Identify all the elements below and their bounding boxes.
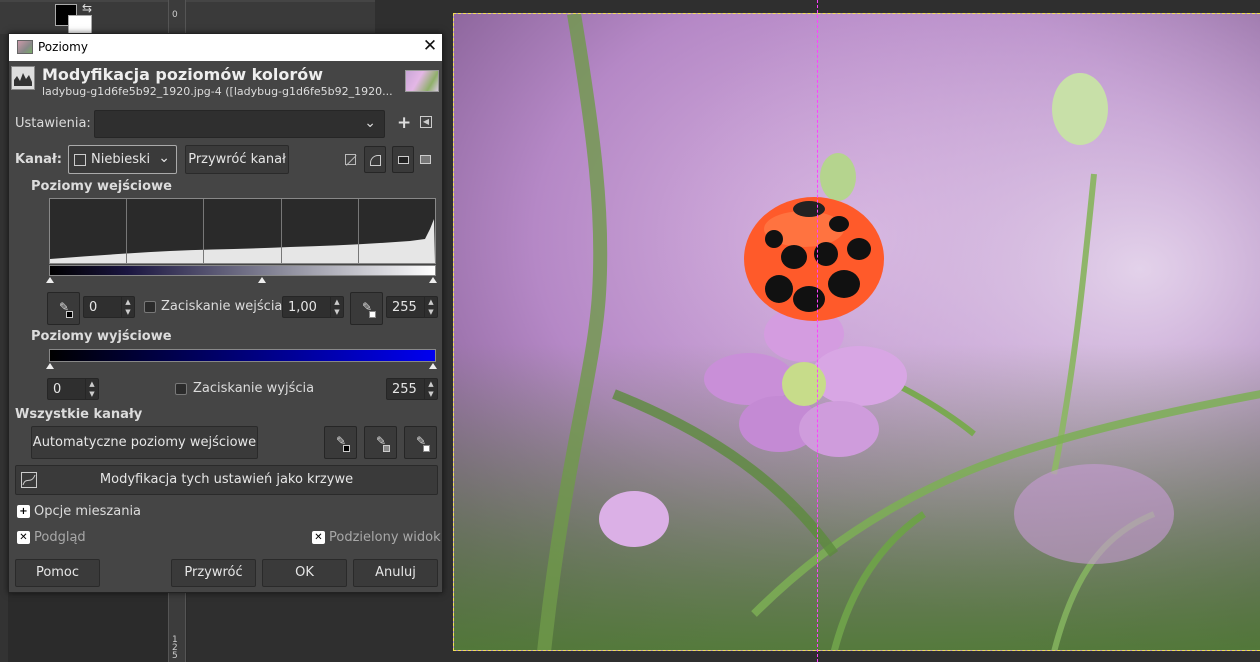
edit-as-curves-label: Modyfikacja tych ustawień jako krzywe (99, 472, 354, 487)
input-high-value: 255 (392, 300, 417, 315)
pick-white-eyedropper-button[interactable]: ✎ (404, 426, 437, 459)
chevron-down-icon: ⌄ (364, 115, 376, 131)
clamp-input-checkbox[interactable] (144, 301, 156, 313)
pick-black-eyedropper-button[interactable]: ✎ (324, 426, 357, 459)
split-view-label: Podzielony widok (329, 530, 441, 545)
settings-select[interactable]: ⌄ (94, 110, 385, 138)
dialog-title: Poziomy (38, 40, 88, 54)
reset-button[interactable]: Przywróć (171, 559, 256, 587)
output-white-slider[interactable] (429, 363, 437, 369)
curves-icon (21, 472, 37, 488)
preset-menu-icon[interactable]: ◀ (420, 116, 432, 128)
histogram-gridline (203, 199, 204, 263)
channel-value: Niebieski (91, 152, 151, 167)
preview-checkbox[interactable]: ✕ (17, 531, 30, 544)
gamma-spinner[interactable]: 1,00 ▲ ▼ (282, 296, 344, 318)
app-icon (17, 40, 33, 54)
blending-options-label[interactable]: Opcje mieszania (34, 504, 141, 519)
image-thumbnail (405, 70, 439, 92)
output-high-spinner[interactable]: 255 ▲ ▼ (386, 378, 438, 400)
gamma-value: 1,00 (288, 300, 317, 315)
split-view-checkbox[interactable]: ✕ (312, 531, 325, 544)
decrement-icon[interactable]: ▼ (424, 307, 437, 317)
dialog-header-subtitle: ladybug-g1d6fe5b92_1920.jpg-4 ([ladybug-… (42, 85, 393, 98)
chevron-down-icon: ⌄ (158, 150, 170, 166)
histogram-gridline (126, 199, 127, 263)
input-black-slider[interactable] (46, 277, 54, 283)
channel-select[interactable]: Niebieski ⌄ (68, 145, 177, 174)
pick-gray-eyedropper-button[interactable]: ✎ (364, 426, 397, 459)
input-levels-title: Poziomy wejściowe (31, 179, 172, 194)
preview-label: Podgląd (34, 530, 86, 545)
settings-label: Ustawienia: (15, 116, 91, 131)
all-channels-title: Wszystkie kanały (15, 407, 143, 422)
output-gradient-bar (49, 349, 436, 362)
ladybug-photo (454, 14, 1260, 650)
decrement-icon[interactable]: ▼ (330, 307, 343, 317)
input-low-value: 0 (89, 300, 98, 315)
image-canvas[interactable] (453, 13, 1260, 651)
levels-icon (11, 66, 35, 90)
increment-icon[interactable]: ▲ (85, 379, 98, 389)
increment-icon[interactable]: ▲ (121, 297, 134, 307)
input-gradient-bar (49, 265, 436, 276)
ruler-label-top: 0 (172, 10, 178, 20)
swap-colors-icon[interactable]: ⇆ (82, 1, 92, 15)
increment-icon[interactable]: ▲ (424, 379, 437, 389)
pick-black-point-icon[interactable] (392, 146, 414, 173)
increment-icon[interactable]: ▲ (424, 297, 437, 307)
log-histogram-button[interactable] (364, 146, 386, 173)
input-white-picker-button[interactable]: ✎ (350, 292, 383, 325)
ruler-label-bottom: 125 (172, 635, 178, 661)
output-high-value: 255 (392, 382, 417, 397)
input-high-spinner[interactable]: 255 ▲ ▼ (386, 296, 438, 318)
increment-icon[interactable]: ▲ (330, 297, 343, 307)
input-gamma-slider[interactable] (258, 277, 266, 283)
help-button[interactable]: Pomoc (15, 559, 100, 587)
ok-button[interactable]: OK (262, 559, 347, 587)
input-white-slider[interactable] (429, 277, 437, 283)
toolbox-strip (0, 34, 8, 662)
output-black-slider[interactable] (46, 363, 54, 369)
decrement-icon[interactable]: ▼ (85, 389, 98, 399)
decrement-icon[interactable]: ▼ (121, 307, 134, 317)
histogram-gridline (358, 199, 359, 263)
decrement-icon[interactable]: ▼ (424, 389, 437, 399)
output-levels-title: Poziomy wyjściowe (31, 329, 172, 344)
input-black-picker-button[interactable]: ✎ (47, 292, 80, 325)
dialog-header-title: Modyfikacja poziomów kolorów (42, 65, 324, 84)
clamp-input-label: Zaciskanie wejścia (161, 299, 283, 314)
close-button[interactable]: ✕ (419, 36, 441, 58)
clamp-output-label: Zaciskanie wyjścia (193, 381, 315, 396)
channel-icon (74, 154, 86, 166)
add-preset-icon[interactable]: + (397, 113, 411, 133)
background-color-swatch[interactable] (68, 15, 92, 35)
expand-blending-icon[interactable]: + (17, 505, 30, 518)
clamp-output-checkbox[interactable] (175, 383, 187, 395)
histogram-gridline (281, 199, 282, 263)
split-view-guide (817, 0, 818, 662)
channel-label: Kanał: (15, 152, 62, 167)
cancel-button[interactable]: Anuluj (353, 559, 438, 587)
dialog-titlebar[interactable]: Poziomy ✕ (9, 34, 442, 61)
levels-dialog: Poziomy ✕ Modyfikacja poziomów kolorów l… (8, 33, 443, 593)
output-low-value: 0 (53, 382, 62, 397)
linear-histogram-icon[interactable] (345, 154, 357, 166)
log-histogram-icon (370, 155, 381, 166)
pick-white-point-icon[interactable] (420, 155, 431, 164)
input-low-spinner[interactable]: 0 ▲ ▼ (83, 296, 135, 318)
output-low-spinner[interactable]: 0 ▲ ▼ (47, 378, 99, 400)
reset-channel-button[interactable]: Przywróć kanał (185, 145, 289, 174)
histogram (49, 198, 436, 264)
auto-input-levels-button[interactable]: Automatyczne poziomy wejściowe (31, 426, 258, 459)
edit-as-curves-button[interactable]: Modyfikacja tych ustawień jako krzywe (15, 465, 438, 495)
histogram-curve (50, 219, 435, 263)
